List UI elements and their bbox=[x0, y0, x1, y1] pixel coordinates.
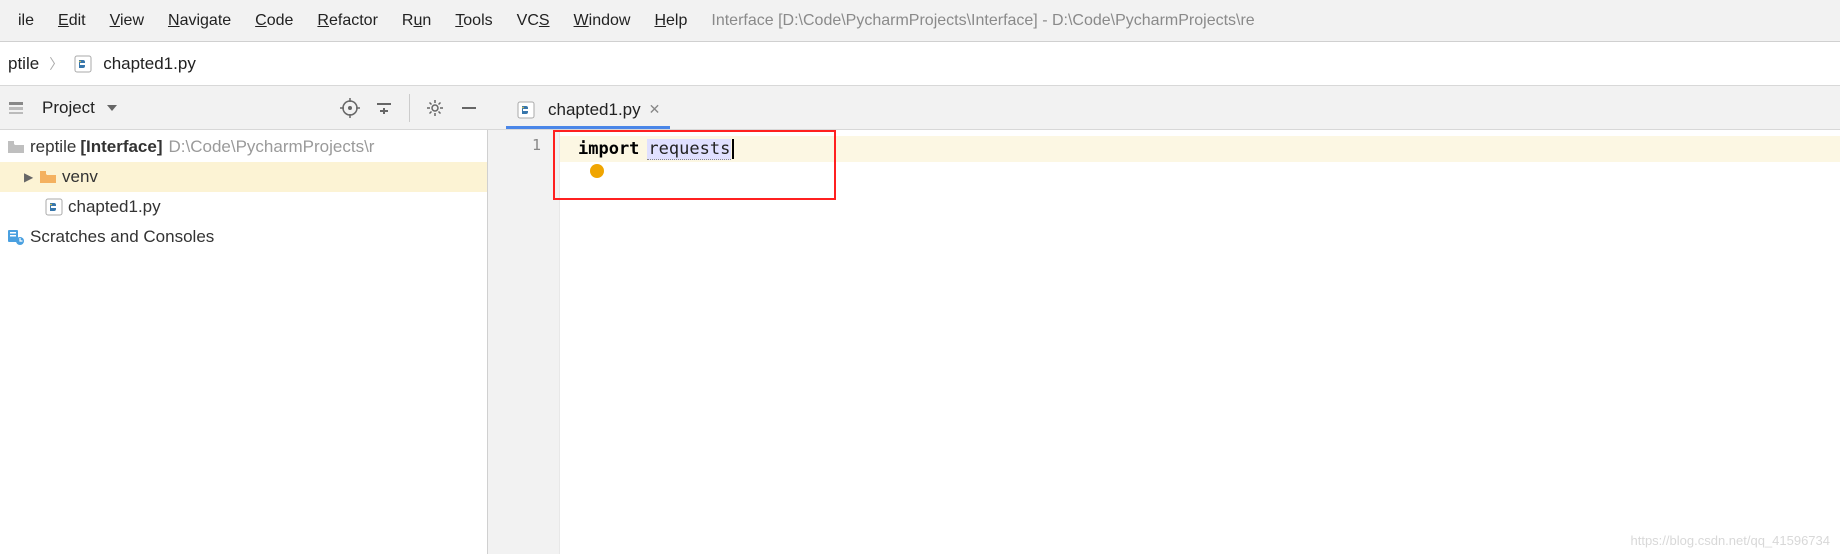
tree-root[interactable]: reptile [Interface] D:\Code\PycharmProje… bbox=[0, 132, 487, 162]
project-view-icon bbox=[6, 100, 26, 116]
intention-bulb-icon[interactable] bbox=[590, 164, 604, 178]
menu-tools[interactable]: Tools bbox=[443, 8, 504, 34]
breadcrumb-separator: 〉 bbox=[49, 54, 63, 74]
code-editor[interactable]: 1 import requests bbox=[488, 130, 1840, 554]
code-area[interactable]: import requests bbox=[560, 130, 1840, 554]
menu-run[interactable]: Run bbox=[390, 8, 443, 34]
tree-root-qualifier: [Interface] bbox=[80, 137, 162, 157]
tool-row: Project chapted1.py ✕ bbox=[0, 86, 1840, 130]
menu-file[interactable]: ile bbox=[6, 8, 46, 34]
module-name: requests bbox=[647, 139, 731, 160]
tab-chapted1[interactable]: chapted1.py ✕ bbox=[506, 93, 670, 129]
menubar: ile Edit View Navigate Code Refactor Run… bbox=[0, 0, 1840, 42]
chevron-right-icon[interactable]: ▶ bbox=[24, 170, 38, 184]
line-number: 1 bbox=[488, 136, 559, 162]
project-tree[interactable]: reptile [Interface] D:\Code\PycharmProje… bbox=[0, 130, 488, 554]
main-split: reptile [Interface] D:\Code\PycharmProje… bbox=[0, 130, 1840, 554]
project-label[interactable]: Project bbox=[42, 98, 95, 118]
breadcrumb: ptile 〉 chapted1.py bbox=[0, 42, 1840, 86]
tree-label: chapted1.py bbox=[68, 197, 161, 217]
tree-root-name: reptile bbox=[30, 137, 76, 157]
gear-icon[interactable] bbox=[422, 95, 448, 121]
scratches-icon bbox=[6, 228, 26, 246]
breadcrumb-item-file[interactable]: chapted1.py bbox=[69, 52, 200, 76]
tree-label: Scratches and Consoles bbox=[30, 227, 214, 247]
menu-refactor[interactable]: Refactor bbox=[305, 8, 389, 34]
hide-icon[interactable] bbox=[456, 95, 482, 121]
tab-label: chapted1.py bbox=[548, 100, 641, 120]
menu-view[interactable]: View bbox=[98, 8, 156, 34]
tree-venv[interactable]: ▶ venv bbox=[0, 162, 487, 192]
keyword-import: import bbox=[578, 139, 639, 159]
tree-file-chapted1[interactable]: chapted1.py bbox=[0, 192, 487, 222]
folder-open-icon bbox=[38, 170, 58, 184]
folder-icon bbox=[6, 140, 26, 154]
intention-bulb-row bbox=[560, 162, 1840, 188]
menu-vcs[interactable]: VCS bbox=[505, 8, 562, 34]
chevron-down-icon[interactable] bbox=[107, 105, 117, 111]
tree-root-path: D:\Code\PycharmProjects\r bbox=[169, 137, 375, 157]
gutter: 1 bbox=[488, 130, 560, 554]
locate-icon[interactable] bbox=[337, 95, 363, 121]
breadcrumb-item-folder[interactable]: ptile bbox=[4, 52, 43, 76]
window-title: Interface [D:\Code\PycharmProjects\Inter… bbox=[711, 12, 1254, 30]
menu-help[interactable]: Help bbox=[642, 8, 699, 34]
menu-edit[interactable]: Edit bbox=[46, 8, 98, 34]
menu-window[interactable]: Window bbox=[562, 8, 643, 34]
text-cursor bbox=[732, 139, 734, 159]
separator bbox=[409, 94, 410, 122]
python-file-icon bbox=[44, 198, 64, 216]
python-file-icon bbox=[73, 55, 93, 73]
close-icon[interactable]: ✕ bbox=[649, 101, 661, 118]
menu-navigate[interactable]: Navigate bbox=[156, 8, 243, 34]
watermark: https://blog.csdn.net/qq_41596734 bbox=[1631, 533, 1831, 548]
project-tool-header: Project bbox=[0, 86, 488, 129]
tree-scratches[interactable]: Scratches and Consoles bbox=[0, 222, 487, 252]
menu-code[interactable]: Code bbox=[243, 8, 305, 34]
tree-label: venv bbox=[62, 167, 98, 187]
code-line-1[interactable]: import requests bbox=[560, 136, 1840, 162]
editor-tabs: chapted1.py ✕ bbox=[488, 86, 670, 129]
python-file-icon bbox=[516, 101, 536, 119]
collapse-all-icon[interactable] bbox=[371, 95, 397, 121]
